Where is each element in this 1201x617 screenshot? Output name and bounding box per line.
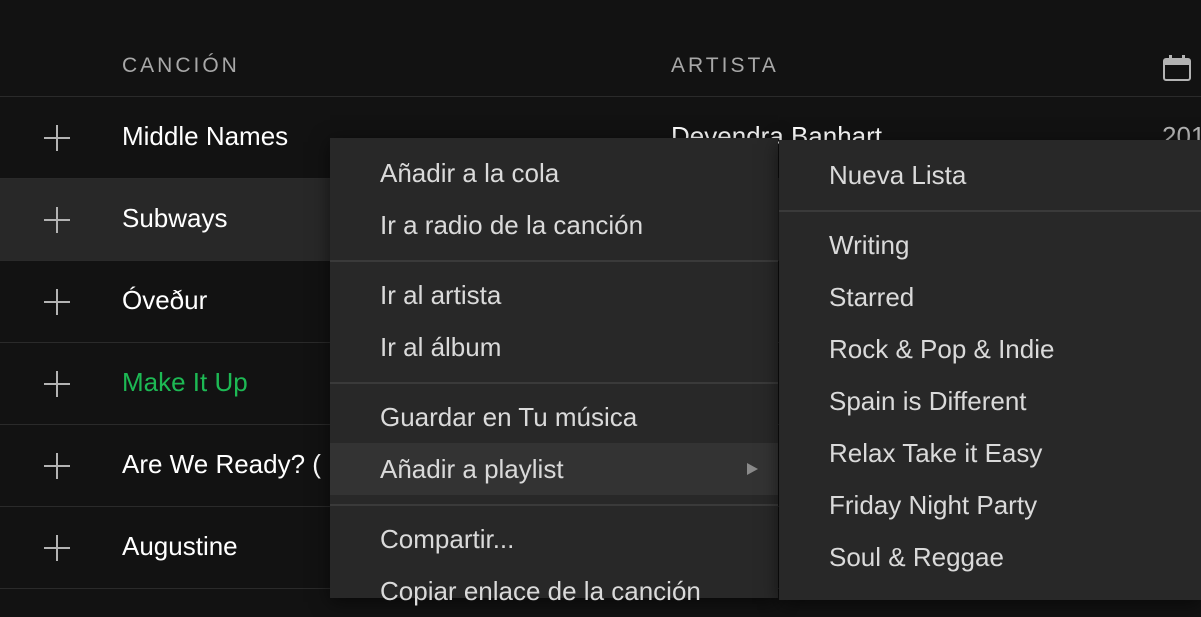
menu-divider bbox=[330, 382, 778, 384]
track-title[interactable]: Make It Up bbox=[122, 367, 248, 398]
plus-icon[interactable] bbox=[44, 207, 70, 233]
playlist-item[interactable]: Friday Night Party bbox=[779, 479, 1201, 531]
playlist-item[interactable]: Rock & Pop & Indie bbox=[779, 323, 1201, 375]
menu-divider bbox=[330, 504, 778, 506]
artist-column-header[interactable]: ARTISTA bbox=[671, 54, 779, 78]
playlist-item[interactable]: Relax Take it Easy bbox=[779, 427, 1201, 479]
playlist-submenu: Nueva Lista Writing Starred Rock & Pop &… bbox=[779, 140, 1201, 600]
playlist-item[interactable]: Writing bbox=[779, 219, 1201, 271]
playlist-item[interactable]: Spain is Different bbox=[779, 375, 1201, 427]
track-title[interactable]: Augustine bbox=[122, 531, 238, 562]
tracklist-header: CANCIÓN ARTISTA bbox=[0, 0, 1201, 97]
menu-item-share[interactable]: Compartir... bbox=[330, 513, 778, 565]
menu-item-label: Añadir a playlist bbox=[380, 454, 564, 484]
menu-item-copy-link[interactable]: Copiar enlace de la canción bbox=[330, 565, 778, 617]
menu-item-go-to-album[interactable]: Ir al álbum bbox=[330, 321, 778, 373]
menu-item-save-to-library[interactable]: Guardar en Tu música bbox=[330, 391, 778, 443]
plus-icon[interactable] bbox=[44, 371, 70, 397]
track-title[interactable]: Óveður bbox=[122, 285, 207, 316]
menu-divider bbox=[330, 260, 778, 262]
song-column-header[interactable]: CANCIÓN bbox=[122, 54, 240, 78]
plus-icon[interactable] bbox=[44, 453, 70, 479]
menu-item-song-radio[interactable]: Ir a radio de la canción bbox=[330, 199, 778, 251]
playlist-item[interactable]: Soul & Reggae bbox=[779, 531, 1201, 583]
menu-divider bbox=[779, 210, 1201, 212]
plus-icon[interactable] bbox=[44, 289, 70, 315]
plus-icon[interactable] bbox=[44, 535, 70, 561]
chevron-right-icon bbox=[747, 463, 758, 475]
track-title[interactable]: Middle Names bbox=[122, 121, 288, 152]
context-menu: Añadir a la cola Ir a radio de la canció… bbox=[330, 138, 778, 606]
menu-item-new-playlist[interactable]: Nueva Lista bbox=[779, 149, 1201, 201]
calendar-icon[interactable] bbox=[1162, 54, 1192, 82]
playlist-item[interactable]: Starred bbox=[779, 271, 1201, 323]
menu-item-go-to-artist[interactable]: Ir al artista bbox=[330, 269, 778, 321]
track-title[interactable]: Are We Ready? ( bbox=[122, 449, 321, 480]
track-title[interactable]: Subways bbox=[122, 203, 228, 234]
menu-item-add-to-playlist[interactable]: Añadir a playlist bbox=[330, 443, 778, 495]
menu-item-add-to-queue[interactable]: Añadir a la cola bbox=[330, 147, 778, 199]
plus-icon[interactable] bbox=[44, 125, 70, 151]
